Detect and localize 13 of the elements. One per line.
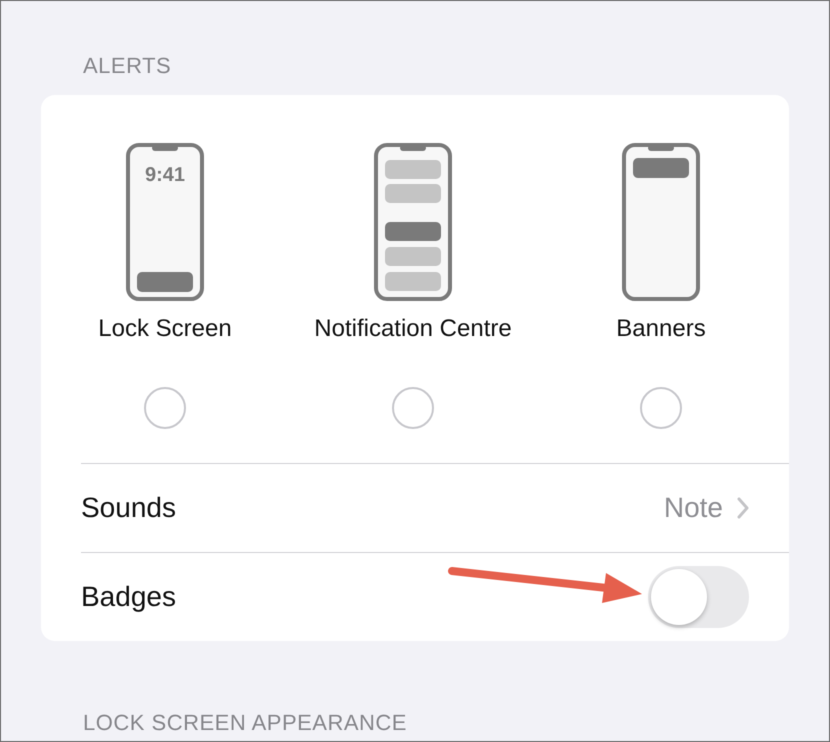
row-label: Sounds: [81, 492, 176, 524]
row-value: Note: [664, 492, 723, 524]
section-header: LOCK SCREEN APPEARANCE: [83, 709, 408, 737]
radio-button[interactable]: [640, 387, 682, 429]
section-header: ALERTS: [83, 52, 172, 80]
chevron-icon: [737, 497, 749, 519]
clock-text: 9:41: [144, 164, 186, 187]
radio-button[interactable]: [144, 387, 186, 429]
alert-style-label: Banners: [616, 315, 706, 343]
radio-button[interactable]: [392, 387, 434, 429]
alert-style-label: Notification Centre: [314, 315, 512, 343]
row-label: Badges: [81, 581, 176, 613]
alert-style-label: Lock Screen: [98, 315, 232, 343]
